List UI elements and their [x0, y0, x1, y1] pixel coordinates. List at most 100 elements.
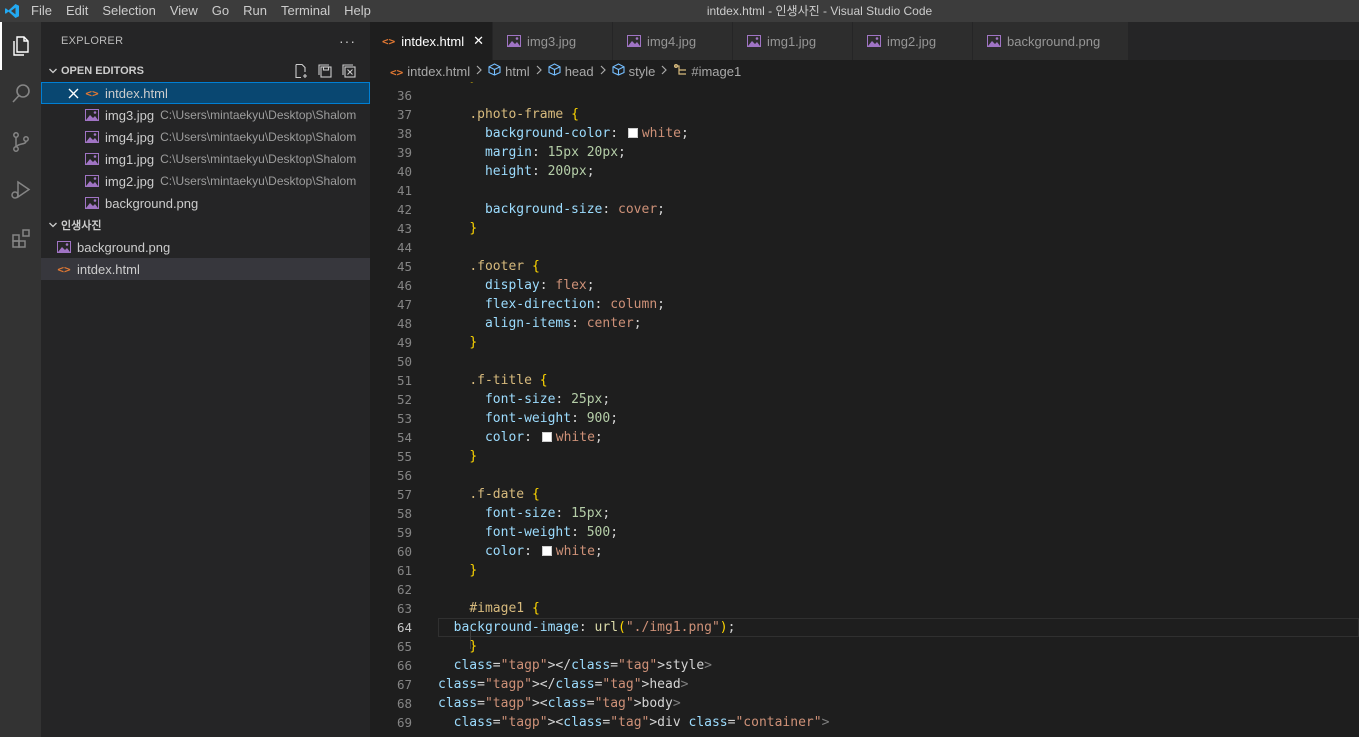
- open-editor-item[interactable]: background.png: [41, 192, 370, 214]
- code-line[interactable]: }: [438, 561, 1358, 580]
- folder-file-item[interactable]: background.png: [41, 236, 370, 258]
- code-line[interactable]: .f-date {: [438, 485, 1358, 504]
- menu-terminal[interactable]: Terminal: [274, 0, 337, 22]
- open-editor-item[interactable]: img3.jpg C:\Users\mintaekyu\Desktop\Shalo…: [41, 104, 370, 126]
- run-debug-icon[interactable]: [0, 166, 41, 214]
- code-line[interactable]: font-weight: 500;: [438, 523, 1358, 542]
- code-line[interactable]: display: flex;: [438, 276, 1358, 295]
- tab-img1-jpg[interactable]: img1.jpg: [733, 22, 853, 60]
- open-editor-item[interactable]: img1.jpg C:\Users\mintaekyu\Desktop\Shalo…: [41, 148, 370, 170]
- search-icon[interactable]: [0, 70, 41, 118]
- line-number: 64: [396, 620, 412, 635]
- code-lines[interactable]: } .photo-frame { background-color: white…: [438, 82, 1358, 732]
- color-swatch-icon[interactable]: [627, 128, 638, 138]
- code-line[interactable]: .photo-frame {: [438, 105, 1358, 124]
- code-line[interactable]: font-weight: 900;: [438, 409, 1358, 428]
- chevron-right-icon: [660, 65, 668, 78]
- code-line[interactable]: font-size: 15px;: [438, 504, 1358, 523]
- code-line[interactable]: align-items: center;: [438, 314, 1358, 333]
- chevron-right-icon: [535, 65, 543, 78]
- close-all-icon[interactable]: [340, 62, 358, 80]
- line-number: 54: [396, 430, 412, 445]
- breadcrumb-item[interactable]: #image1: [673, 63, 741, 79]
- code-line[interactable]: background-image: url("./img1.png");: [438, 618, 1358, 637]
- menu-file[interactable]: File: [24, 0, 59, 22]
- code-line[interactable]: }: [438, 447, 1358, 466]
- more-actions-icon[interactable]: ···: [339, 33, 356, 49]
- save-all-icon[interactable]: [316, 62, 334, 80]
- code-line[interactable]: background-size: cover;: [438, 200, 1358, 219]
- code-line[interactable]: color: white;: [438, 542, 1358, 561]
- line-number: 60: [396, 544, 412, 559]
- code-line[interactable]: }: [438, 219, 1358, 238]
- line-number: 69: [396, 715, 412, 730]
- code-line[interactable]: class="tagp"></class="tag">style>: [438, 656, 1358, 675]
- code-line[interactable]: class="tagp"></class="tag">head>: [438, 675, 1358, 694]
- code-line[interactable]: #image1 {: [438, 599, 1358, 618]
- source-control-icon[interactable]: [0, 118, 41, 166]
- tab-img3-jpg[interactable]: img3.jpg: [493, 22, 613, 60]
- extensions-icon[interactable]: [0, 214, 41, 262]
- image-file-icon: [83, 131, 101, 143]
- file-name: background.png: [105, 195, 199, 211]
- breadcrumb-label: head: [564, 63, 594, 79]
- code-line[interactable]: class="tagp"><class="tag">div class="con…: [438, 713, 1358, 732]
- open-editor-item[interactable]: img4.jpg C:\Users\mintaekyu\Desktop\Shalo…: [41, 126, 370, 148]
- chevron-right-icon: [475, 65, 483, 78]
- code-line[interactable]: .f-title {: [438, 371, 1358, 390]
- code-line[interactable]: }: [438, 333, 1358, 352]
- line-number: 36: [396, 88, 412, 103]
- tab-label: img4.jpg: [647, 33, 697, 49]
- tab-img2-jpg[interactable]: img2.jpg: [853, 22, 973, 60]
- tab-img4-jpg[interactable]: img4.jpg: [613, 22, 733, 60]
- code-line[interactable]: font-size: 25px;: [438, 390, 1358, 409]
- menu-bar: File Edit Selection View Go Run Terminal Help: [24, 0, 378, 22]
- breadcrumb-item[interactable]: <> intdex.html: [390, 64, 470, 79]
- new-untitled-file-icon[interactable]: [292, 62, 310, 80]
- color-swatch-icon[interactable]: [541, 432, 552, 442]
- code-line[interactable]: .footer {: [438, 257, 1358, 276]
- menu-go[interactable]: Go: [205, 0, 236, 22]
- code-line[interactable]: [438, 466, 1358, 485]
- code-line[interactable]: margin: 15px 20px;: [438, 143, 1358, 162]
- close-icon[interactable]: [63, 88, 83, 99]
- code-line[interactable]: color: white;: [438, 428, 1358, 447]
- open-editors-header[interactable]: OPEN EDITORS: [41, 60, 370, 82]
- file-name: background.png: [77, 239, 171, 255]
- code-line[interactable]: [438, 352, 1358, 371]
- file-name: img4.jpg: [105, 129, 155, 145]
- tab-intdex-html[interactable]: <> intdex.html ✕: [370, 22, 493, 60]
- code-editor[interactable]: 3536373839404142434445464748495051525354…: [370, 82, 1359, 737]
- line-number: 61: [396, 563, 412, 578]
- code-line[interactable]: [438, 181, 1358, 200]
- file-name: img3.jpg: [105, 107, 155, 123]
- code-line[interactable]: [438, 86, 1358, 105]
- menu-view[interactable]: View: [163, 0, 205, 22]
- explorer-icon[interactable]: [0, 22, 41, 70]
- image-file-icon: [987, 35, 1001, 47]
- code-line[interactable]: [438, 238, 1358, 257]
- code-line[interactable]: }: [438, 637, 1358, 656]
- menu-selection[interactable]: Selection: [95, 0, 162, 22]
- code-line[interactable]: height: 200px;: [438, 162, 1358, 181]
- open-editor-item[interactable]: <> intdex.html: [41, 82, 370, 104]
- color-swatch-icon[interactable]: [541, 546, 552, 556]
- menu-run[interactable]: Run: [236, 0, 274, 22]
- html-file-icon: <>: [390, 65, 404, 79]
- breadcrumb-item[interactable]: html: [488, 63, 530, 79]
- open-editors-label: OPEN EDITORS: [61, 65, 144, 77]
- tab-background-png[interactable]: background.png: [973, 22, 1129, 60]
- breadcrumb-item[interactable]: style: [612, 63, 655, 79]
- folder-header[interactable]: 인생사진: [41, 214, 370, 236]
- code-line[interactable]: background-color: white;: [438, 124, 1358, 143]
- menu-help[interactable]: Help: [337, 0, 378, 22]
- code-line[interactable]: class="tagp"><class="tag">body>: [438, 694, 1358, 713]
- menu-edit[interactable]: Edit: [59, 0, 95, 22]
- breadcrumb-item[interactable]: head: [548, 63, 594, 79]
- line-number: 67: [396, 677, 412, 692]
- code-line[interactable]: flex-direction: column;: [438, 295, 1358, 314]
- folder-file-item[interactable]: <> intdex.html: [41, 258, 370, 280]
- code-line[interactable]: [438, 580, 1358, 599]
- close-tab-icon[interactable]: ✕: [473, 33, 484, 49]
- open-editor-item[interactable]: img2.jpg C:\Users\mintaekyu\Desktop\Shalo…: [41, 170, 370, 192]
